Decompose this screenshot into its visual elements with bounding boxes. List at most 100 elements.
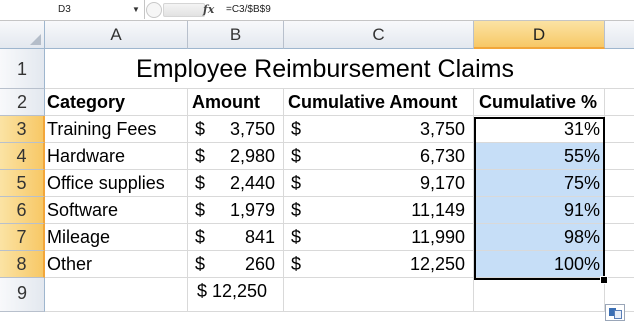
cumulative-pct-value: 91%	[563, 200, 600, 220]
header-category-label: Category	[47, 92, 126, 112]
cell-b3[interactable]: $3,750	[188, 116, 284, 143]
cell-c7[interactable]: $11,990	[284, 224, 474, 251]
amount-value: 2,980	[229, 146, 275, 166]
cell-c5[interactable]: $9,170	[284, 170, 474, 197]
row-header-8[interactable]: 8	[0, 251, 45, 278]
total-amount-value: $ 12,250	[197, 281, 268, 301]
category-label: Software	[47, 200, 119, 220]
column-header-e[interactable]	[605, 21, 634, 49]
currency-symbol: $	[195, 200, 206, 220]
cell-c8[interactable]: $12,250	[284, 251, 474, 278]
name-box-value: D3	[58, 4, 71, 15]
cell-d6[interactable]: 91%	[474, 197, 605, 224]
cell-e4[interactable]	[605, 143, 634, 170]
category-label: Other	[47, 254, 93, 274]
cell-b5[interactable]: $2,440	[188, 170, 284, 197]
fill-handle[interactable]	[600, 276, 608, 284]
category-label: Mileage	[47, 227, 111, 247]
expand-circle-icon[interactable]	[146, 2, 162, 18]
paste-options-icon[interactable]	[605, 304, 625, 321]
insert-function-icon[interactable]: fx	[203, 0, 214, 19]
cumulative-pct-value: 75%	[563, 173, 600, 193]
cell-d5[interactable]: 75%	[474, 170, 605, 197]
formula-buttons	[146, 0, 205, 19]
cumulative-pct-value: 100%	[553, 254, 600, 274]
column-header-a[interactable]: A	[45, 21, 188, 49]
formula-bar: D3 ▼ fx =C3/$B$9	[0, 0, 634, 21]
select-all-corner[interactable]	[0, 21, 45, 49]
cell-b7[interactable]: $841	[188, 224, 284, 251]
amount-value: 3,750	[229, 119, 275, 139]
cell-a3[interactable]: Training Fees	[45, 116, 188, 143]
cell-a9[interactable]	[45, 278, 188, 312]
formula-input[interactable]: =C3/$B$9	[226, 0, 271, 19]
category-label: Office supplies	[47, 173, 165, 193]
row-header-2[interactable]: 2	[0, 89, 45, 116]
cumulative-amount-value: 6,730	[419, 146, 465, 166]
cell-b6[interactable]: $1,979	[188, 197, 284, 224]
cell-a4[interactable]: Hardware	[45, 143, 188, 170]
amount-value: 260	[244, 254, 275, 274]
cell-e2[interactable]	[605, 89, 634, 116]
cell-a5[interactable]: Office supplies	[45, 170, 188, 197]
cell-d4[interactable]: 55%	[474, 143, 605, 170]
cell-a7[interactable]: Mileage	[45, 224, 188, 251]
cell-e7[interactable]	[605, 224, 634, 251]
cell-e5[interactable]	[605, 170, 634, 197]
cell-e3[interactable]	[605, 116, 634, 143]
cell-a6[interactable]: Software	[45, 197, 188, 224]
cell-d7[interactable]: 98%	[474, 224, 605, 251]
cumulative-pct-value: 31%	[563, 119, 600, 139]
cell-b4[interactable]: $2,980	[188, 143, 284, 170]
cell-e6[interactable]	[605, 197, 634, 224]
cell-b8[interactable]: $260	[188, 251, 284, 278]
header-cumulative-pct-label: Cumulative %	[479, 92, 598, 112]
category-label: Hardware	[47, 146, 126, 166]
currency-symbol: $	[291, 227, 302, 247]
header-amount[interactable]: Amount	[188, 89, 284, 116]
column-header-b[interactable]: B	[188, 21, 284, 49]
cell-c9[interactable]	[284, 278, 474, 312]
cumulative-amount-value: 12,250	[409, 254, 465, 274]
cumulative-amount-value: 3,750	[419, 119, 465, 139]
row-header-7[interactable]: 7	[0, 224, 45, 251]
header-cumulative-pct[interactable]: Cumulative %	[474, 89, 605, 116]
chevron-down-icon[interactable]: ▼	[132, 0, 140, 19]
currency-symbol: $	[195, 254, 206, 274]
amount-value: 2,440	[229, 173, 275, 193]
amount-value: 1,979	[229, 200, 275, 220]
name-box[interactable]: D3 ▼	[0, 0, 145, 19]
cell-d3[interactable]: 31%	[474, 116, 605, 143]
amount-value: 841	[244, 227, 275, 247]
currency-symbol: $	[291, 254, 302, 274]
row-header-4[interactable]: 4	[0, 143, 45, 170]
currency-symbol: $	[291, 200, 302, 220]
column-header-d[interactable]: D	[474, 21, 605, 49]
cell-d9[interactable]	[474, 278, 605, 312]
cumulative-amount-value: 9,170	[419, 173, 465, 193]
row-header-5[interactable]: 5	[0, 170, 45, 197]
cell-e8[interactable]	[605, 251, 634, 278]
row-header-3[interactable]: 3	[0, 116, 45, 143]
cell-d8[interactable]: 100%	[474, 251, 605, 278]
cell-a8[interactable]: Other	[45, 251, 188, 278]
row-header-1[interactable]: 1	[0, 49, 45, 89]
currency-symbol: $	[195, 146, 206, 166]
currency-symbol: $	[291, 119, 302, 139]
header-cumulative-amount-label: Cumulative Amount	[288, 92, 458, 112]
row-header-9[interactable]: 9	[0, 278, 45, 312]
column-header-c[interactable]: C	[284, 21, 474, 49]
currency-symbol: $	[195, 227, 206, 247]
cumulative-amount-value: 11,990	[411, 227, 465, 247]
row-header-6[interactable]: 6	[0, 197, 45, 224]
cell-c4[interactable]: $6,730	[284, 143, 474, 170]
cell-c3[interactable]: $3,750	[284, 116, 474, 143]
cell-e1[interactable]	[605, 49, 634, 89]
sheet-title[interactable]: Employee Reimbursement Claims	[45, 49, 605, 89]
header-category[interactable]: Category	[45, 89, 188, 116]
header-cumulative-amount[interactable]: Cumulative Amount	[284, 89, 474, 116]
category-label: Training Fees	[47, 119, 157, 139]
cell-c6[interactable]: $11,149	[284, 197, 474, 224]
cell-b9-total[interactable]: $ 12,250	[188, 278, 284, 312]
cumulative-amount-value: 11,149	[411, 200, 465, 220]
